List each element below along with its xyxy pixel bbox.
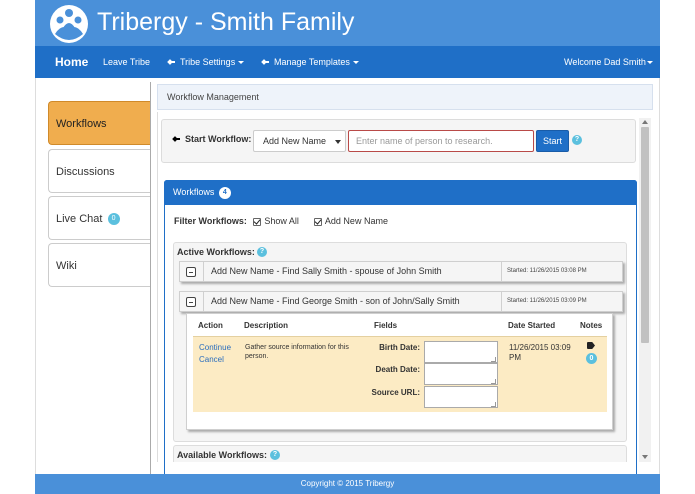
notes-count-badge[interactable]: 0: [586, 353, 597, 364]
workflow-row-started: Started: 11/26/2015 03:08 PM: [507, 268, 587, 274]
task-date-started: 11/26/2015 03:09 PM: [509, 343, 571, 362]
nav-tribe-settings[interactable]: Tribe Settings: [168, 46, 245, 78]
person-name-input[interactable]: [348, 130, 534, 152]
caret-down-icon: [238, 61, 245, 65]
help-icon[interactable]: ?: [257, 247, 267, 257]
death-date-label: Death Date:: [375, 365, 420, 374]
workflow-row[interactable]: Add New Name - Find George Smith - son o…: [179, 291, 623, 312]
family-group-icon: [50, 5, 88, 43]
welcome-label: Welcome Dad Smith: [564, 57, 646, 67]
nav-manage-templates[interactable]: Manage Templates: [262, 46, 359, 78]
filter-workflows-row: Filter Workflows: Show All Add New Name: [174, 216, 388, 226]
task-description: Gather source information for this perso…: [245, 344, 349, 360]
top-navbar: Home Leave Tribe Tribe Settings Manage T…: [35, 46, 660, 78]
death-date-field[interactable]: [424, 363, 498, 385]
pin-icon: [262, 59, 269, 65]
continue-link[interactable]: Continue: [199, 343, 231, 352]
sidebar-item-live-chat[interactable]: Live Chat 0: [48, 196, 150, 240]
filter-add-new-name-checkbox[interactable]: [313, 217, 322, 226]
filter-add-new-name-label: Add New Name: [324, 216, 388, 226]
sidebar-item-label: Discussions: [56, 166, 115, 178]
start-workflow-label-text: Start Workflow:: [185, 134, 252, 144]
workflow-type-selected: Add New Name: [263, 136, 327, 146]
sidebar-item-discussions[interactable]: Discussions: [48, 149, 150, 193]
workflows-panel-header: Workflows 4: [164, 180, 637, 205]
content-header: Workflow Management: [157, 84, 653, 110]
filter-show-all-label: Show All: [264, 216, 299, 226]
column-header-action: Action: [198, 321, 223, 330]
collapse-toggle-icon[interactable]: [186, 267, 196, 277]
workflow-row[interactable]: Add New Name - Find Sally Smith - spouse…: [179, 261, 623, 282]
collapse-toggle-icon[interactable]: [186, 297, 196, 307]
workflow-row-title: Add New Name - Find Sally Smith - spouse…: [211, 266, 442, 276]
scroll-up-arrow-icon[interactable]: [642, 120, 648, 124]
filter-label: Filter Workflows:: [174, 216, 247, 226]
filter-show-all-checkbox[interactable]: [253, 217, 262, 226]
column-header-description: Description: [244, 321, 289, 330]
active-workflows-label: Active Workflows:: [177, 247, 255, 257]
sidebar-divider: [150, 82, 151, 474]
sidebar-item-workflows[interactable]: Workflows: [48, 101, 150, 145]
help-icon[interactable]: ?: [572, 135, 582, 145]
workflow-row-started: Started: 11/26/2015 03:09 PM: [507, 298, 587, 304]
pin-icon: [173, 136, 180, 142]
column-header-fields: Fields: [374, 321, 398, 330]
caret-down-icon: [646, 61, 653, 65]
help-icon[interactable]: ?: [270, 450, 280, 460]
workflow-type-select[interactable]: Add New Name: [253, 130, 346, 152]
start-button[interactable]: Start: [536, 130, 569, 152]
start-workflow-label: Start Workflow:: [173, 134, 251, 144]
brand-bar: Tribergy - Smith Family: [35, 0, 660, 46]
brand-title: Tribergy - Smith Family: [97, 8, 355, 36]
nav-tribe-settings-label: Tribe Settings: [180, 57, 236, 67]
sidebar-item-wiki[interactable]: Wiki: [48, 243, 150, 287]
nav-user-menu[interactable]: Welcome Dad Smith: [564, 46, 653, 78]
scrollbar-thumb[interactable]: [641, 127, 649, 343]
workflows-title: Workflows: [173, 187, 215, 197]
workflows-count-badge: 4: [218, 186, 231, 199]
birth-date-label: Birth Date:: [379, 343, 420, 352]
column-header-date-started: Date Started: [508, 321, 556, 330]
pin-icon: [168, 59, 175, 65]
sidebar-item-label: Workflows: [56, 118, 107, 130]
birth-date-field[interactable]: [424, 341, 498, 363]
column-header-notes: Notes: [580, 321, 603, 330]
workflow-row-title: Add New Name - Find George Smith - son o…: [211, 296, 460, 306]
sidebar-item-label: Live Chat: [56, 213, 103, 225]
sidebar-item-label: Wiki: [56, 260, 77, 272]
footer: Copyright © 2015 Tribergy: [35, 474, 660, 494]
chevron-down-icon: [335, 140, 341, 144]
available-workflows-label: Available Workflows:: [177, 450, 268, 460]
caret-down-icon: [352, 61, 359, 65]
cancel-link[interactable]: Cancel: [199, 355, 224, 364]
scroll-down-arrow-icon[interactable]: [642, 455, 648, 459]
source-url-label: Source URL:: [371, 388, 420, 397]
source-url-field[interactable]: [424, 386, 498, 408]
nav-manage-templates-label: Manage Templates: [274, 57, 350, 67]
live-chat-badge: 0: [107, 213, 120, 226]
nav-leave-tribe[interactable]: Leave Tribe: [103, 46, 150, 78]
nav-home[interactable]: Home: [55, 46, 88, 78]
